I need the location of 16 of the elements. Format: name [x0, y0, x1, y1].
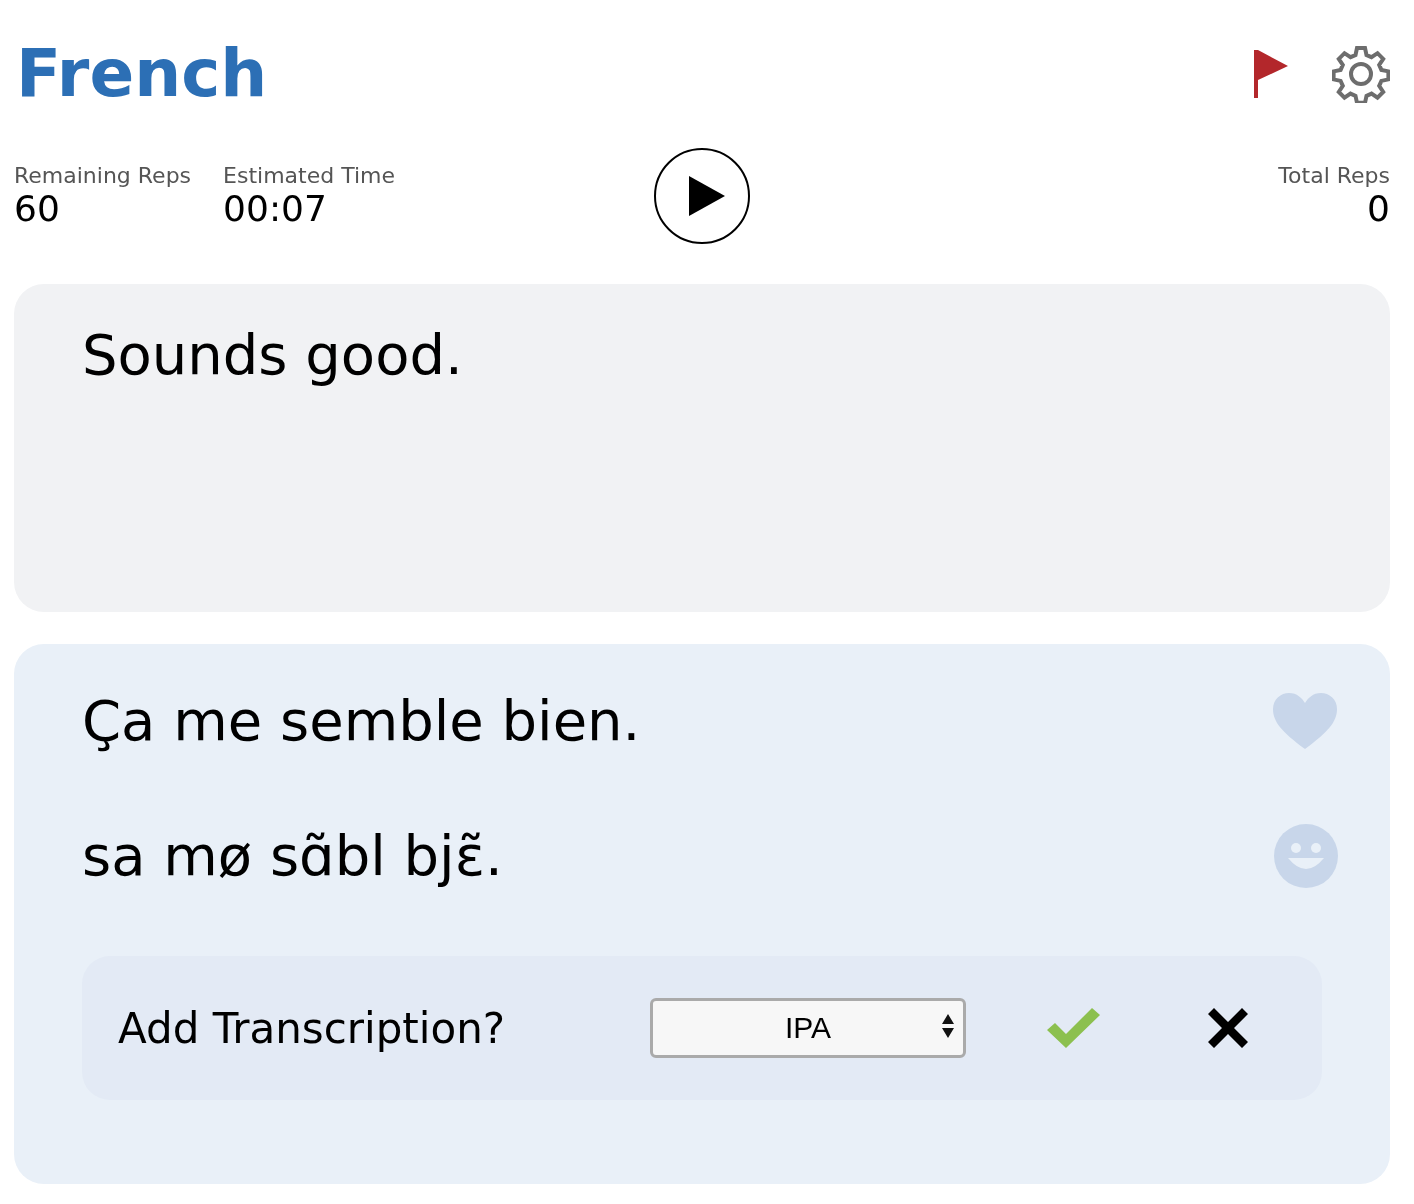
- transcription-text: sa mø sɑ̃bl bjɛ̃.: [82, 823, 503, 888]
- prompt-text: Sounds good.: [82, 322, 463, 387]
- close-icon[interactable]: [1206, 1006, 1250, 1050]
- stat-value: 00:07: [223, 187, 328, 230]
- stat-label: Total Reps: [1278, 162, 1390, 188]
- transcription-select[interactable]: IPA: [650, 998, 966, 1058]
- stat-label: Remaining Reps: [14, 162, 192, 188]
- updown-icon: [941, 1013, 955, 1039]
- answer-text: Ça me semble bien.: [82, 688, 641, 753]
- stat-value: 0: [1367, 187, 1390, 230]
- stat-label: Estimated Time: [223, 162, 396, 188]
- stat-value: 60: [14, 187, 61, 230]
- page-title: French: [16, 41, 268, 107]
- settings-icon[interactable]: [1332, 45, 1390, 103]
- play-icon: [687, 174, 727, 218]
- transcription-prompt: Add Transcription?: [118, 1003, 507, 1053]
